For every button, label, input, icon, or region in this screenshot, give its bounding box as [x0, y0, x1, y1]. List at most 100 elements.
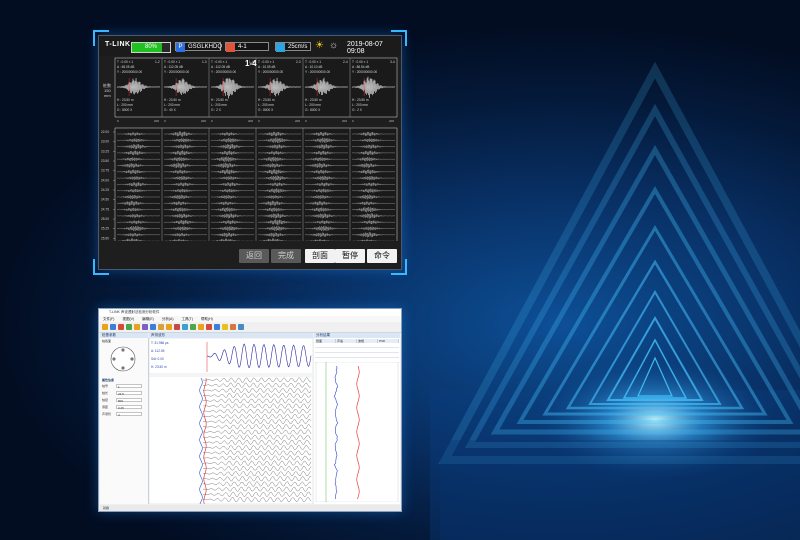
axis-tick-label: 200 [201, 119, 206, 123]
toolbar-tool-icon[interactable] [198, 324, 204, 330]
toolbar-tool-icon[interactable] [190, 324, 196, 330]
panel-time: T : 0.00 × 1 [305, 60, 321, 64]
toolbar-tool-icon[interactable] [134, 324, 140, 330]
toolbar-tool-icon[interactable] [142, 324, 148, 330]
depth-tick-label: 25.00 [101, 217, 109, 221]
project-field[interactable]: P GSGLKHDQ [175, 42, 223, 52]
menu-item[interactable]: 分析(A) [162, 317, 174, 321]
prop-value-field[interactable]: 800 [116, 397, 142, 403]
depth-tick-label: 23.50 [101, 159, 109, 163]
axis-tick-label: 0 [164, 119, 166, 123]
battery-percent: 80% [144, 44, 157, 50]
toolbar-tool-icon[interactable] [222, 324, 228, 330]
menu-item[interactable]: 工具(T) [182, 317, 193, 321]
table-header-cell: 声速 [336, 339, 357, 343]
toolbar-tool-icon[interactable] [150, 324, 156, 330]
speed-field[interactable]: 25cm/s [275, 42, 311, 52]
panel-pair: 2-3 [296, 60, 301, 64]
panel-depth: H : 23.50 m [164, 98, 181, 102]
prop-label: 声测管 [102, 412, 112, 416]
waveform-readout: A: 112.05 [151, 349, 165, 353]
menu-item[interactable]: 视图(V) [122, 317, 134, 321]
battery-indicator: 80% [131, 42, 171, 53]
axis-tick-label: 0 [258, 119, 260, 123]
panel-amplitude: A : 65.05 dB [117, 65, 134, 69]
panel-time: T : 0.00 × 1 [117, 60, 133, 64]
panel-depth: H : 23.50 m [258, 98, 275, 102]
panel-length: L : 200 mm [258, 103, 274, 107]
project-name: GSGLKHDQ [188, 44, 223, 50]
toolbar-tool-icon[interactable] [110, 324, 116, 330]
project-tag: P [176, 43, 185, 52]
panel-y: Y : 200000000.00 [211, 70, 236, 74]
axis-tick-label: 200 [295, 119, 300, 123]
panel-amplitude: A : 10.10 dB [305, 65, 322, 69]
panel-pair: 1-2 [155, 60, 160, 64]
panel-gain: G : 8000 X [258, 108, 274, 112]
axis-tick-label: 200 [342, 119, 347, 123]
panel-y: Y : 200000000.00 [352, 70, 377, 74]
device-button[interactable]: 剖面 [305, 249, 335, 263]
panel-depth: H : 23.50 m [117, 98, 134, 102]
pile-section-diagram [110, 346, 136, 372]
waveform-readout: T: 31.986 μs [151, 341, 169, 345]
prop-label: 桩径 [102, 398, 109, 402]
panel-time: T : 0.00 × 1 [164, 60, 180, 64]
toolbar-tool-icon[interactable] [230, 324, 236, 330]
panel-y: Y : 200000000.00 [117, 70, 142, 74]
toolbar-tool-icon[interactable] [174, 324, 180, 330]
prop-label: 桩长 [102, 391, 109, 395]
device-button[interactable]: 暂停 [335, 249, 365, 263]
toolbar-tool-icon[interactable] [102, 324, 108, 330]
device-button[interactable]: 返回 [239, 249, 269, 263]
panel-depth: H : 23.50 m [305, 98, 322, 102]
brand-logo: T-LINK [105, 41, 131, 48]
panel-gain: G : 2 X [352, 108, 363, 112]
depth-tick-label: 23.25 [101, 149, 109, 153]
datetime: 2019-08-07 09:08 [347, 41, 383, 55]
status-bar: 就绪 [99, 505, 401, 511]
toolbar [99, 322, 401, 333]
depth-tick-label: 22.00 [101, 130, 109, 134]
toolbar-tool-icon[interactable] [166, 324, 172, 330]
panel-pair: 2-4 [343, 60, 348, 64]
analysis-curves [315, 362, 399, 502]
panel-amplitude: A : 112.05 dB [164, 65, 183, 69]
section-label: 1-4 [245, 59, 257, 68]
prop-value-field[interactable]: 4 [116, 411, 142, 417]
waveform-display: T : 0.00 × 1A : 65.05 dBY : 200000000.00… [101, 57, 398, 241]
depth-tick-label: 25.50 [101, 236, 109, 240]
depth-tick-label: 25.25 [101, 227, 109, 231]
axis-tick-label: 0 [117, 119, 119, 123]
file-field[interactable]: 4-1 [225, 42, 269, 52]
device-button[interactable]: 完成 [271, 249, 301, 263]
toolbar-tool-icon[interactable] [158, 324, 164, 330]
prop-value-field[interactable]: 1 [116, 383, 142, 389]
prop-value-field[interactable]: 23.5 [116, 390, 142, 396]
brightness-high-icon[interactable]: ☀ [315, 41, 324, 51]
panel-length: L : 200 mm [211, 103, 227, 107]
panel-depth: H : 23.50 m [211, 98, 228, 102]
panel-time: T : 0.00 × 1 [258, 60, 274, 64]
panel-y: Y : 200000000.00 [305, 70, 330, 74]
waveform-readout: Sdt: 0.00 [151, 357, 164, 361]
prop-value-field[interactable]: 0.25 [116, 404, 142, 410]
toolbar-tool-icon[interactable] [238, 324, 244, 330]
toolbar-tool-icon[interactable] [182, 324, 188, 330]
props-title: 属性信息 [102, 378, 115, 382]
device-button[interactable]: 命令 [367, 249, 397, 263]
panel-depth: H : 23.50 m [352, 98, 369, 102]
toolbar-tool-icon[interactable] [118, 324, 124, 330]
brightness-low-icon[interactable]: ☼ [329, 41, 338, 51]
panel-length: L : 200 mm [117, 103, 133, 107]
menu-item[interactable]: 文件(F) [103, 317, 114, 321]
panel-amplitude: A : 112.05 dB [211, 65, 230, 69]
panel-gain: G : 2 X [211, 108, 222, 112]
menu-item[interactable]: 编辑(E) [142, 317, 154, 321]
panel-y: Y : 200000000.00 [258, 70, 283, 74]
toolbar-tool-icon[interactable] [214, 324, 220, 330]
panel-pair: 3-4 [390, 60, 395, 64]
toolbar-tool-icon[interactable] [126, 324, 132, 330]
toolbar-tool-icon[interactable] [206, 324, 212, 330]
menu-item[interactable]: 帮助(H) [201, 317, 213, 321]
